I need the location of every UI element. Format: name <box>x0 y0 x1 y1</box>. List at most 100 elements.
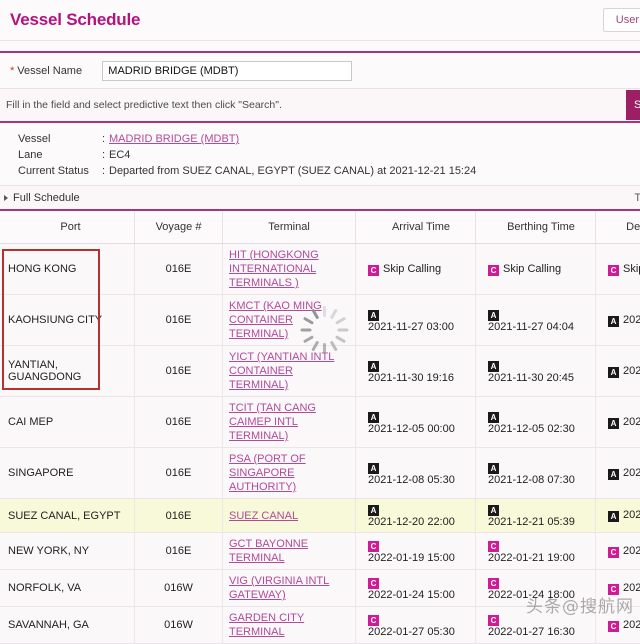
spinner-blade <box>311 308 319 319</box>
cell-terminal: GARDEN CITY TERMINAL <box>223 607 356 644</box>
cell-voyage: 016E <box>135 244 223 295</box>
actual-badge-icon: A <box>368 505 379 516</box>
table-row[interactable]: NEW YORK, NY016EGCT BAYONNE TERMINALC202… <box>0 533 640 570</box>
cell-arrival-time: C2022-01-19 15:00 <box>356 533 476 570</box>
column-header-berthing-time[interactable]: Berthing Time <box>476 211 596 244</box>
cell-terminal: PSA (PORT OF SINGAPORE AUTHORITY) <box>223 448 356 499</box>
cell-voyage: 016E <box>135 397 223 448</box>
cell-departure-time: A2021-12-02 2 <box>596 346 640 397</box>
full-schedule-bar[interactable]: Full Schedule To <box>0 186 640 209</box>
terminal-link[interactable]: GCT BAYONNE TERMINAL <box>229 537 349 565</box>
cell-terminal: VIG (VIRGINIA INTL GATEWAY) <box>223 570 356 607</box>
berthing-time-text: 2022-01-21 19:00 <box>488 552 575 564</box>
berthing-time-text: 2021-11-30 20:45 <box>488 372 574 384</box>
column-header-voyage[interactable]: Voyage # <box>135 211 223 244</box>
lane-colon: : <box>102 147 109 163</box>
column-header-arrival-time[interactable]: Arrival Time <box>356 211 476 244</box>
terminal-link[interactable]: VIG (VIRGINIA INTL GATEWAY) <box>229 574 349 602</box>
page-title: Vessel Schedule <box>10 10 140 30</box>
departure-time-text: 2021-12-21 15 <box>623 509 640 521</box>
vessel-info-row-lane: Lane : EC4 <box>18 147 640 163</box>
calling-badge-icon: C <box>368 265 379 276</box>
cell-terminal: HIT (HONGKONG INTERNATIONAL TERMINALS ) <box>223 244 356 295</box>
actual-badge-icon: A <box>488 310 499 321</box>
vessel-info-row-status: Current Status : Departed from SUEZ CANA… <box>18 163 640 179</box>
full-schedule-total-label: To <box>634 192 640 204</box>
arrival-time-text: 2021-12-20 22:00 <box>368 516 455 528</box>
spinner-blade <box>303 317 314 325</box>
vessel-info-row-vessel: Vessel : MADRID BRIDGE (MDBT) <box>18 131 640 147</box>
spinner-blade <box>330 341 338 352</box>
vessel-colon: : <box>102 131 109 147</box>
berthing-time-text: 2021-12-05 02:30 <box>488 423 575 435</box>
cell-berthing-time: A2021-12-08 07:30 <box>476 448 596 499</box>
berthing-time-text: 2021-12-21 05:39 <box>488 516 575 528</box>
cell-port: NEW YORK, NY <box>0 533 135 570</box>
column-header-terminal[interactable]: Terminal <box>223 211 356 244</box>
actual-badge-icon: A <box>608 469 619 480</box>
cell-port: SAVANNAH, GA <box>0 607 135 644</box>
calling-badge-icon: C <box>608 547 619 558</box>
cell-departure-time: A2021-12-09 0 <box>596 448 640 499</box>
cell-terminal: SUEZ CANAL <box>223 499 356 533</box>
arrival-time-text: 2021-11-30 19:16 <box>368 372 454 384</box>
table-row[interactable]: SUEZ CANAL, EGYPT016ESUEZ CANALA2021-12-… <box>0 499 640 533</box>
vessel-name-input[interactable] <box>102 61 352 81</box>
spinner-blade <box>323 343 326 354</box>
cell-arrival-time: C2022-01-27 05:30 <box>356 607 476 644</box>
cell-port: SINGAPORE <box>0 448 135 499</box>
terminal-link[interactable]: GARDEN CITY TERMINAL <box>229 611 349 639</box>
terminal-link[interactable]: PSA (PORT OF SINGAPORE AUTHORITY) <box>229 452 349 494</box>
cell-berthing-time: C2022-01-21 19:00 <box>476 533 596 570</box>
column-header-port[interactable]: Port <box>0 211 135 244</box>
cell-arrival-time: C2022-01-24 15:00 <box>356 570 476 607</box>
cell-voyage: 016E <box>135 499 223 533</box>
cell-voyage: 016W <box>135 607 223 644</box>
required-marker-icon: * <box>10 65 14 77</box>
schedule-table-wrap: Port Voyage # Terminal Arrival Time Bert… <box>0 211 640 644</box>
spinner-blade <box>335 317 346 325</box>
cell-terminal: TCIT (TAN CANG CAIMEP INTL TERMINAL) <box>223 397 356 448</box>
cell-arrival-time: A2021-12-20 22:00 <box>356 499 476 533</box>
cell-berthing-time: CSkip Calling <box>476 244 596 295</box>
berthing-time-text: 2022-01-27 16:30 <box>488 626 575 638</box>
cell-voyage: 016E <box>135 346 223 397</box>
watermark: 头条@搜航网 <box>526 592 634 617</box>
vessel-value: MADRID BRIDGE (MDBT) <box>109 131 239 147</box>
actual-badge-icon: A <box>608 367 619 378</box>
actual-badge-icon: A <box>488 463 499 474</box>
terminal-link[interactable]: SUEZ CANAL <box>229 509 298 523</box>
table-row[interactable]: HONG KONG016EHIT (HONGKONG INTERNATIONAL… <box>0 244 640 295</box>
cell-berthing-time: A2021-11-30 20:45 <box>476 346 596 397</box>
vessel-link[interactable]: MADRID BRIDGE (MDBT) <box>109 133 239 145</box>
table-row[interactable]: SINGAPORE016EPSA (PORT OF SINGAPORE AUTH… <box>0 448 640 499</box>
spinner-blade <box>338 329 349 332</box>
arrival-time-text: 2022-01-19 15:00 <box>368 552 455 564</box>
spinner-blade <box>330 308 338 319</box>
vessel-name-form-row: * Vessel Name <box>0 53 640 88</box>
calling-badge-icon: C <box>368 541 379 552</box>
cell-arrival-time: A2021-12-05 00:00 <box>356 397 476 448</box>
calling-badge-icon: C <box>488 615 499 626</box>
cell-port: NORFOLK, VA <box>0 570 135 607</box>
full-schedule-toggle[interactable]: Full Schedule <box>4 192 80 204</box>
departure-time-text: 2021-12-06 16 <box>623 416 640 428</box>
search-hint-text: Fill in the field and select predictive … <box>6 99 282 111</box>
current-status-value: Departed from SUEZ CANAL, EGYPT (SUEZ CA… <box>109 163 476 179</box>
calling-badge-icon: C <box>488 578 499 589</box>
arrival-time-text: Skip Calling <box>383 263 441 275</box>
terminal-link[interactable]: TCIT (TAN CANG CAIMEP INTL TERMINAL) <box>229 401 349 443</box>
terminal-link[interactable]: HIT (HONGKONG INTERNATIONAL TERMINALS ) <box>229 248 349 290</box>
cell-voyage: 016W <box>135 570 223 607</box>
search-button[interactable]: S <box>626 90 640 120</box>
spinner-blade <box>323 306 326 317</box>
actual-badge-icon: A <box>368 463 379 474</box>
actual-badge-icon: A <box>368 412 379 423</box>
terminal-link[interactable]: YICT (YANTIAN INTL CONTAINER TERMINAL) <box>229 350 349 392</box>
column-header-departure-time[interactable]: Departure Tim <box>596 211 640 244</box>
cell-departure-time: C2022-01-23 0 <box>596 533 640 570</box>
actual-badge-icon: A <box>608 316 619 327</box>
cell-port: HONG KONG <box>0 244 135 295</box>
table-row[interactable]: CAI MEP016ETCIT (TAN CANG CAIMEP INTL TE… <box>0 397 640 448</box>
user-button[interactable]: User <box>603 8 640 32</box>
